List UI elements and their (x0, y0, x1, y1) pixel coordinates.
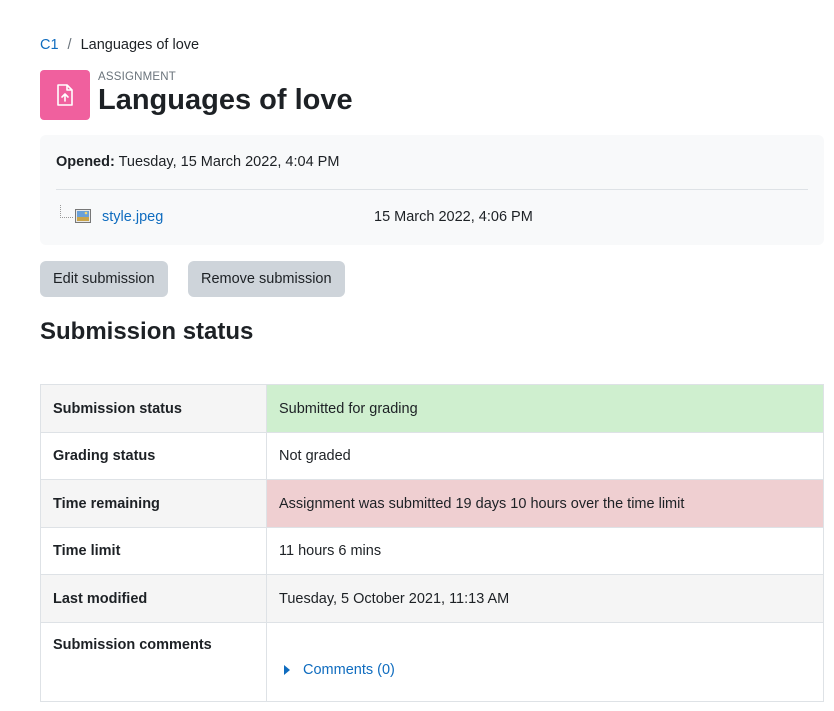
opened-label: Opened: (56, 154, 115, 170)
page-title: Languages of love (98, 84, 353, 116)
time-limit-value: 11 hours 6 mins (266, 527, 824, 575)
image-file-icon (75, 208, 91, 228)
row-label: Time limit (40, 527, 267, 575)
submission-status-table: Submission status Submitted for grading … (40, 384, 824, 702)
section-title: Submission status (40, 318, 254, 345)
breadcrumb-separator: / (67, 37, 72, 53)
breadcrumb: C1 / Languages of love (40, 37, 199, 53)
activity-info-box: Opened: Tuesday, 15 March 2022, 4:04 PM … (40, 135, 824, 245)
file-link[interactable]: style.jpeg (102, 209, 163, 225)
table-row: Last modified Tuesday, 5 October 2021, 1… (40, 574, 824, 623)
remove-submission-button[interactable]: Remove submission (188, 261, 345, 297)
grading-status-value: Not graded (266, 432, 824, 480)
table-row: Submission status Submitted for grading (40, 384, 824, 433)
row-label: Submission comments (40, 622, 267, 702)
assignment-upload-icon (40, 70, 90, 120)
row-label: Submission status (40, 384, 267, 433)
last-modified-value: Tuesday, 5 October 2021, 11:13 AM (266, 574, 824, 623)
table-row: Time limit 11 hours 6 mins (40, 527, 824, 575)
opened-date: Opened: Tuesday, 15 March 2022, 4:04 PM (56, 154, 339, 170)
activity-type-label: ASSIGNMENT (98, 71, 177, 83)
row-label: Grading status (40, 432, 267, 480)
time-remaining-value: Assignment was submitted 19 days 10 hour… (266, 479, 824, 528)
table-row: Time remaining Assignment was submitted … (40, 479, 824, 528)
breadcrumb-current: Languages of love (80, 37, 200, 53)
caret-right-icon[interactable] (284, 665, 290, 675)
row-label: Last modified (40, 574, 267, 623)
breadcrumb-course-link[interactable]: C1 (40, 37, 59, 53)
submitted-file-row: style.jpeg 15 March 2022, 4:06 PM (56, 203, 808, 231)
page-header: ASSIGNMENT Languages of love (40, 70, 353, 120)
file-timestamp: 15 March 2022, 4:06 PM (374, 209, 533, 225)
divider (56, 189, 808, 190)
table-row: Submission comments Comments (0) (40, 622, 824, 702)
table-row: Grading status Not graded (40, 432, 824, 480)
row-label: Time remaining (40, 479, 267, 528)
submission-status-value: Submitted for grading (266, 384, 824, 433)
submission-comments-cell: Comments (0) (266, 622, 824, 702)
comments-link[interactable]: Comments (0) (303, 662, 395, 678)
tree-branch-icon (60, 205, 73, 218)
edit-submission-button[interactable]: Edit submission (40, 261, 168, 297)
opened-value: Tuesday, 15 March 2022, 4:04 PM (118, 154, 340, 170)
